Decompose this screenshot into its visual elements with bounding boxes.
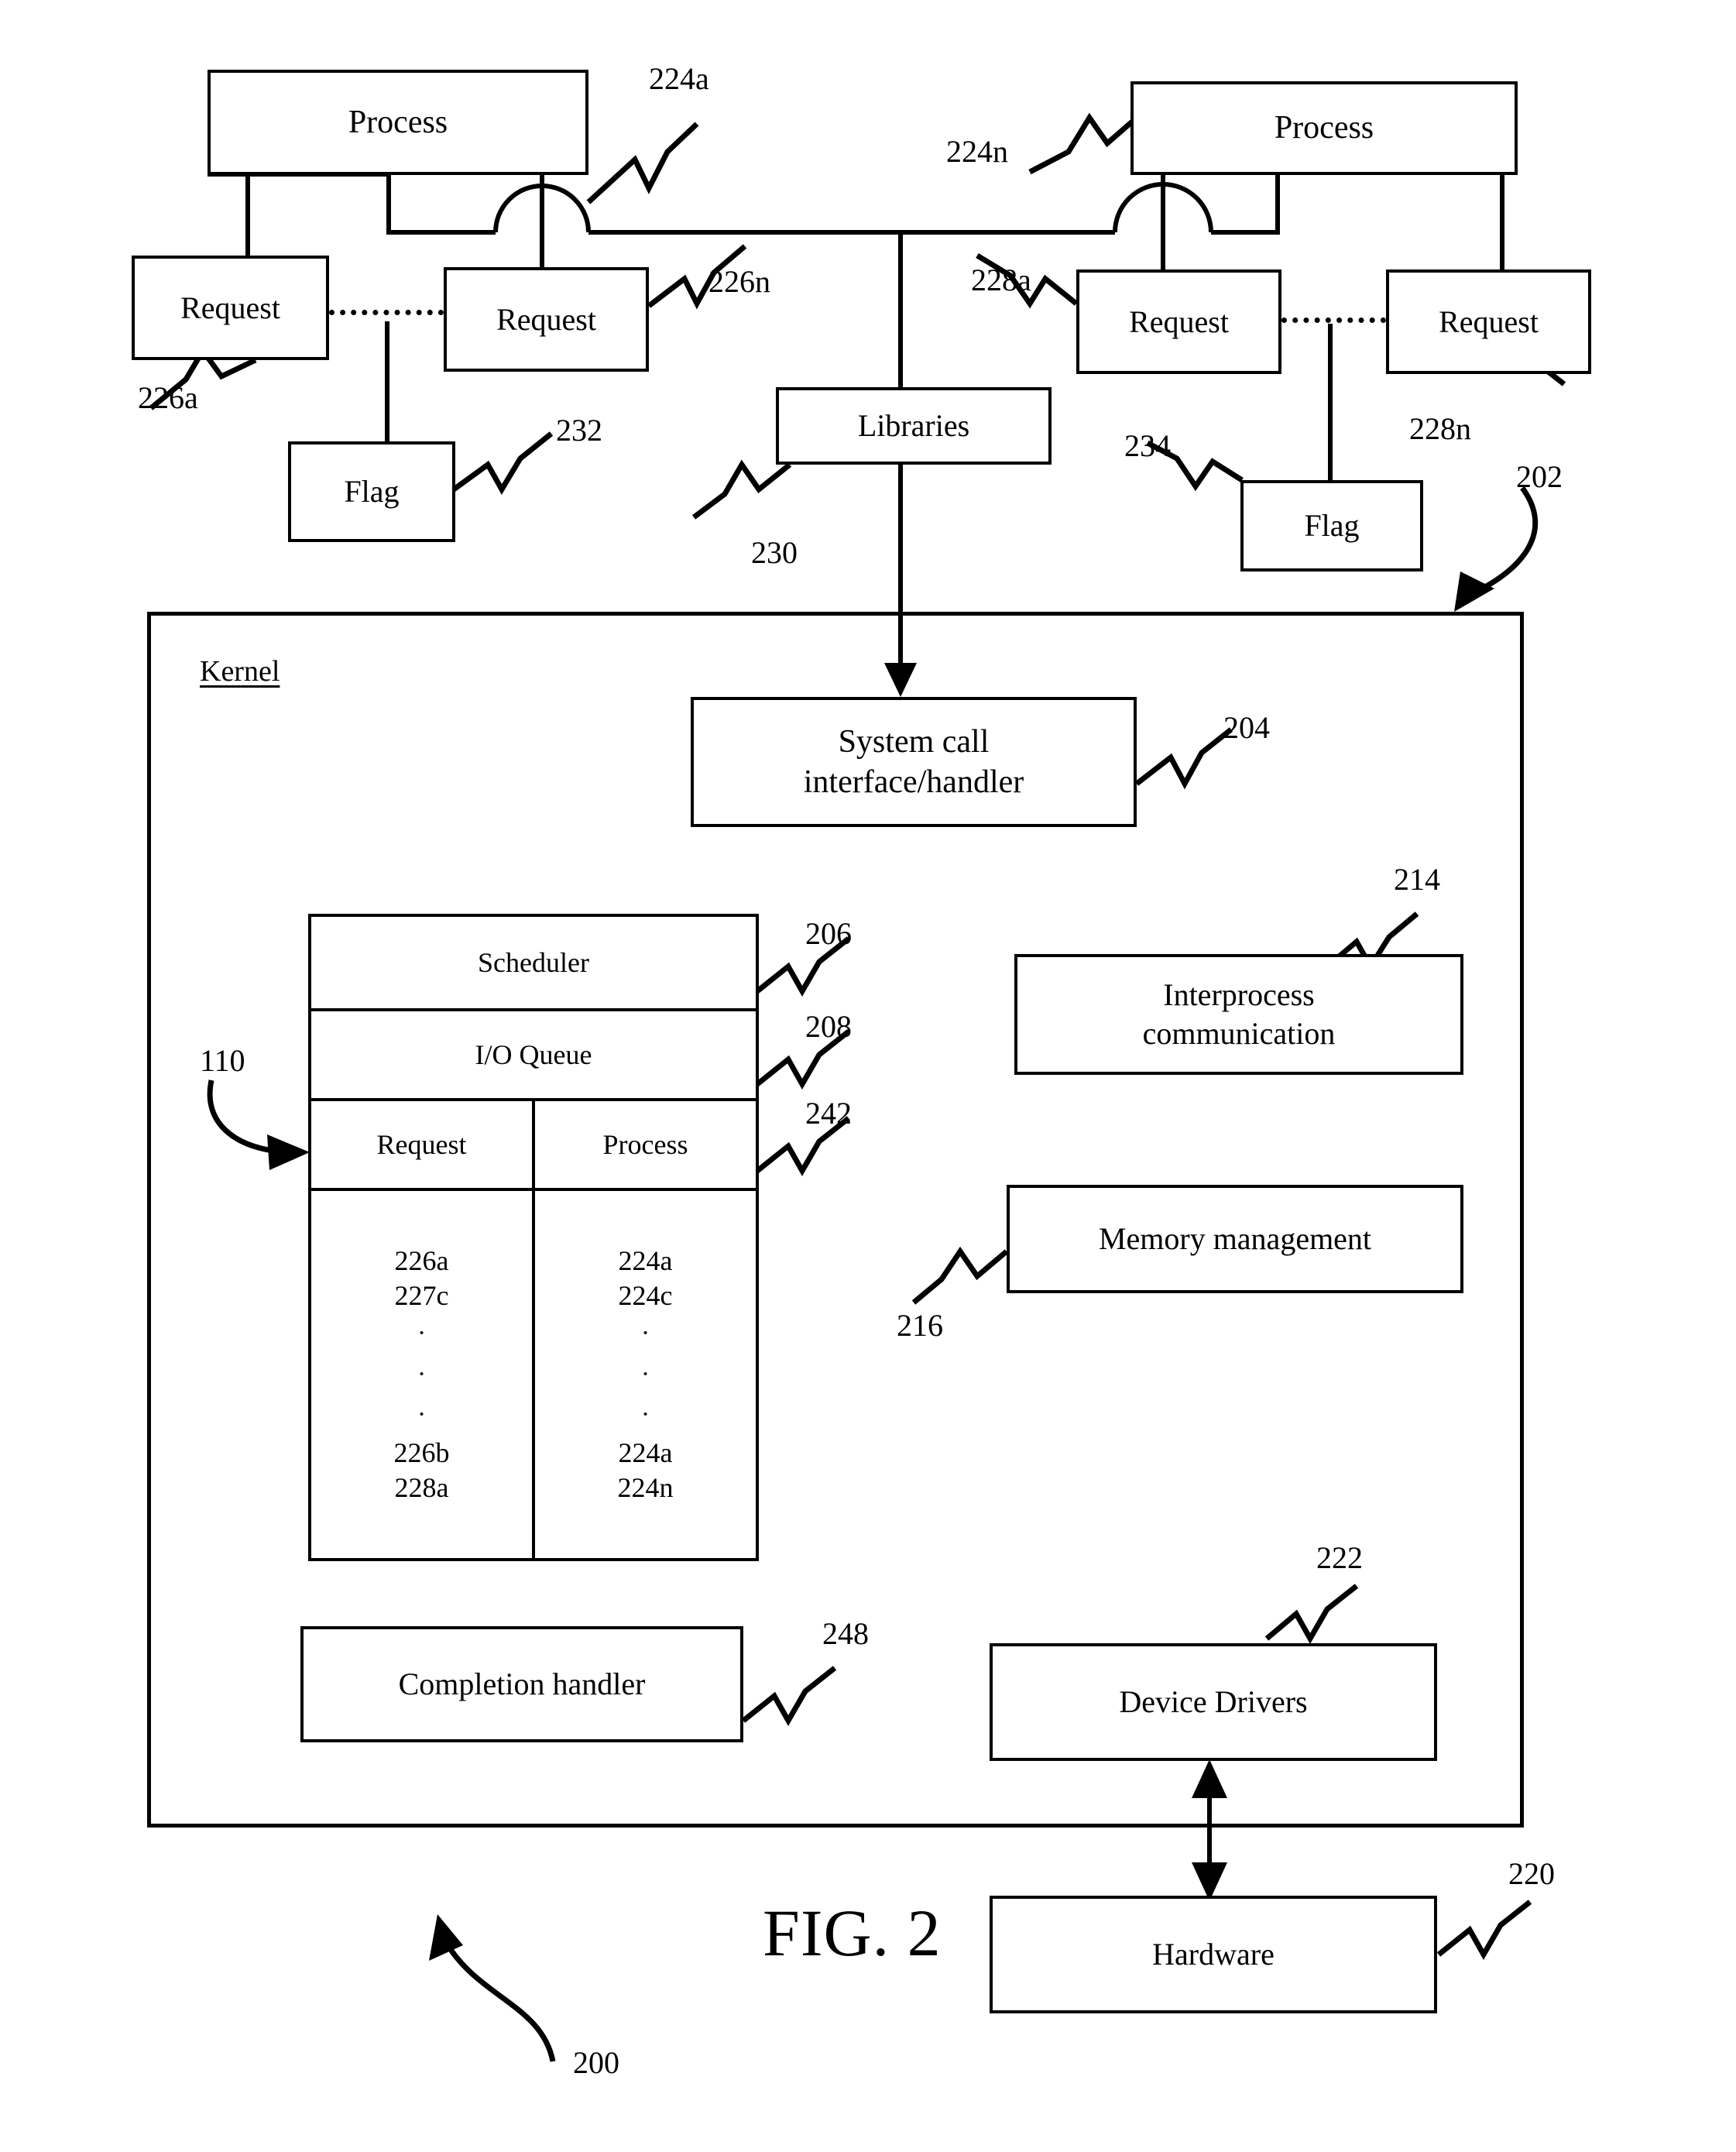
ref-224a: 224a bbox=[649, 61, 709, 96]
queue-header-row: Request Process bbox=[311, 1101, 756, 1191]
ref-110: 110 bbox=[200, 1043, 245, 1078]
device-drivers-label: Device Drivers bbox=[1119, 1684, 1308, 1719]
ref-214: 214 bbox=[1394, 862, 1440, 897]
libraries-label: Libraries bbox=[857, 408, 970, 443]
ref-224n: 224n bbox=[946, 134, 1008, 169]
request-226n-box: Request bbox=[444, 267, 649, 372]
queue-request-dot-0: · bbox=[417, 1318, 427, 1347]
kernel-title: Kernel bbox=[200, 655, 280, 688]
request-228n-box: Request bbox=[1386, 269, 1591, 374]
memory-management-box: Memory management bbox=[1007, 1185, 1463, 1293]
scheduler-cell: Scheduler bbox=[311, 917, 756, 1008]
flag-234-box: Flag bbox=[1240, 480, 1423, 571]
ref-226n: 226n bbox=[708, 264, 770, 299]
queue-body-request-column: 226a 227c · · · 226b 228a bbox=[311, 1191, 535, 1558]
memory-management-label: Memory management bbox=[1098, 1221, 1372, 1256]
ref-228n: 228n bbox=[1409, 411, 1471, 446]
request-228n-label: Request bbox=[1439, 304, 1539, 339]
interprocess-line1: Interprocess bbox=[1163, 977, 1315, 1012]
ref-234: 234 bbox=[1124, 428, 1171, 463]
queue-request-3: 228a bbox=[394, 1472, 449, 1504]
flag-232-box: Flag bbox=[288, 441, 455, 542]
io-queue-label: I/O Queue bbox=[475, 1038, 592, 1070]
ref-202: 202 bbox=[1516, 459, 1563, 494]
interprocess-communication-box: Interprocess communication bbox=[1014, 954, 1463, 1075]
ref-242: 242 bbox=[805, 1096, 852, 1131]
ref-232: 232 bbox=[556, 413, 602, 448]
queue-request-0: 226a bbox=[394, 1244, 449, 1276]
ref-228a: 228a bbox=[971, 263, 1031, 297]
request-226a-box: Request bbox=[132, 256, 329, 360]
process-left-box: Process bbox=[208, 70, 588, 175]
hardware-label: Hardware bbox=[1152, 1937, 1275, 1972]
interprocess-line2: communication bbox=[1142, 1016, 1336, 1051]
ref-222: 222 bbox=[1316, 1540, 1363, 1575]
queue-process-dot-1: · bbox=[640, 1359, 650, 1388]
queue-body-process-column: 224a 224c · · · 224a 224n bbox=[535, 1191, 756, 1558]
ref-230: 230 bbox=[751, 535, 798, 570]
ref-204: 204 bbox=[1223, 710, 1270, 745]
libraries-box: Libraries bbox=[776, 387, 1052, 465]
queue-request-dot-2: · bbox=[417, 1400, 427, 1430]
queue-body-row: 226a 227c · · · 226b 228a 224a 224c · · … bbox=[311, 1191, 756, 1558]
io-queue-table: Scheduler I/O Queue Request Process 226a… bbox=[308, 914, 759, 1561]
scheduler-row: Scheduler bbox=[311, 917, 756, 1011]
queue-process-0: 224a bbox=[618, 1244, 673, 1276]
io-queue-cell: I/O Queue bbox=[311, 1011, 756, 1098]
ref-208: 208 bbox=[805, 1009, 852, 1044]
flag-234-label: Flag bbox=[1304, 508, 1360, 543]
flag-232-label: Flag bbox=[344, 474, 400, 509]
request-228a-label: Request bbox=[1129, 304, 1229, 339]
queue-process-2: 224a bbox=[618, 1437, 673, 1469]
queue-process-3: 224n bbox=[617, 1472, 674, 1504]
queue-request-dot-1: · bbox=[417, 1359, 427, 1388]
dotted-link-left-requests bbox=[329, 310, 444, 315]
ref-226a: 226a bbox=[138, 380, 198, 415]
ref-220: 220 bbox=[1508, 1856, 1555, 1891]
io-queue-row: I/O Queue bbox=[311, 1011, 756, 1101]
system-call-box: System call interface/handler bbox=[691, 697, 1137, 827]
dotted-link-right-requests bbox=[1281, 317, 1386, 323]
request-226a-label: Request bbox=[180, 290, 280, 325]
system-call-line2: interface/handler bbox=[803, 764, 1024, 800]
ref-248: 248 bbox=[822, 1616, 869, 1651]
queue-process-dot-0: · bbox=[640, 1318, 650, 1347]
request-226n-label: Request bbox=[496, 301, 596, 337]
queue-process-dot-2: · bbox=[640, 1400, 650, 1430]
queue-request-1: 227c bbox=[394, 1279, 449, 1311]
device-drivers-box: Device Drivers bbox=[990, 1643, 1437, 1761]
patent-figure-page: Process Process Request Request Request … bbox=[0, 0, 1736, 2152]
ref-206: 206 bbox=[805, 916, 852, 951]
scheduler-label: Scheduler bbox=[478, 946, 589, 978]
figure-caption: FIG. 2 bbox=[763, 1896, 942, 1970]
ref-200: 200 bbox=[573, 2045, 619, 2080]
queue-request-2: 226b bbox=[393, 1437, 450, 1469]
ref-216: 216 bbox=[897, 1308, 943, 1343]
queue-header-process: Process bbox=[602, 1128, 688, 1160]
system-call-line1: System call bbox=[838, 723, 990, 760]
process-left-label: Process bbox=[348, 104, 448, 140]
process-right-label: Process bbox=[1274, 110, 1374, 146]
hardware-box: Hardware bbox=[990, 1896, 1437, 2013]
request-228a-box: Request bbox=[1076, 269, 1281, 374]
completion-handler-label: Completion handler bbox=[398, 1666, 646, 1701]
queue-header-request: Request bbox=[311, 1101, 535, 1188]
completion-handler-box: Completion handler bbox=[300, 1626, 743, 1742]
queue-process-1: 224c bbox=[618, 1279, 673, 1311]
process-right-box: Process bbox=[1130, 81, 1518, 175]
